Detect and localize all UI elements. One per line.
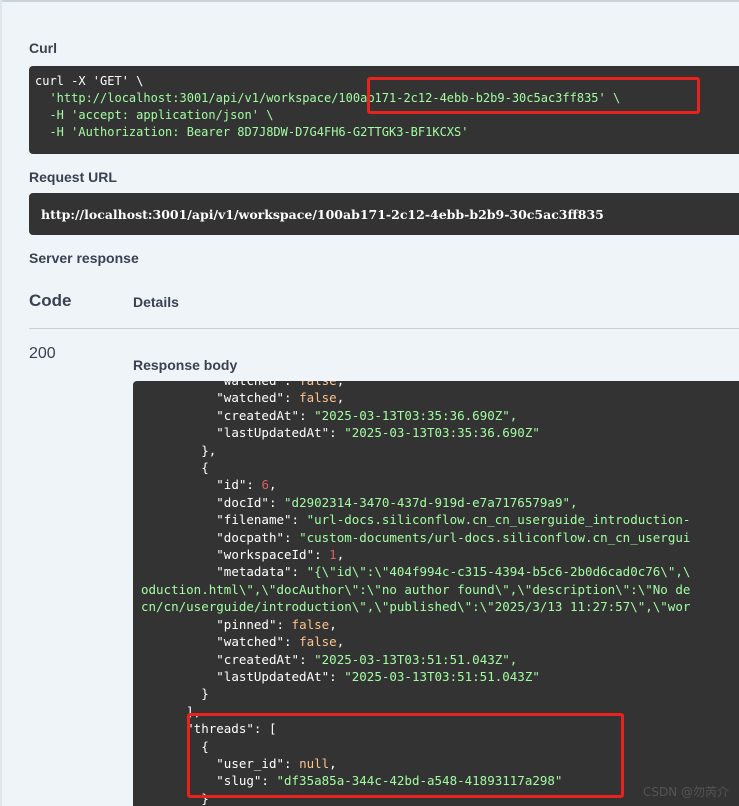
response-line: "lastUpdatedAt": "2025-03-13T03:35:36.69… bbox=[216, 425, 540, 441]
response-line: "id": 6, bbox=[216, 477, 277, 493]
top-border bbox=[0, 0, 739, 2]
response-line: "docpath": "custom-documents/url-docs.si… bbox=[216, 529, 691, 545]
response-line: "createdAt": "2025-03-13T03:51:51.043Z", bbox=[216, 651, 518, 667]
left-border bbox=[0, 0, 2, 806]
response-line: { bbox=[141, 460, 209, 476]
curl-line: -H 'Authorization: Bearer 8D7J8DW-D7G4FH… bbox=[35, 125, 469, 139]
response-line: "lastUpdatedAt": "2025-03-13T03:51:51.04… bbox=[216, 668, 540, 684]
curl-label: Curl bbox=[29, 40, 57, 56]
request-url-value: http://localhost:3001/api/v1/workspace/1… bbox=[41, 207, 604, 222]
workspace-id-highlight bbox=[367, 77, 700, 114]
watermark: CSDN @勿芮介 bbox=[642, 785, 729, 799]
response-line: }, bbox=[141, 442, 217, 458]
response-body-label: Response body bbox=[133, 357, 238, 373]
request-url-block[interactable]: http://localhost:3001/api/v1/workspace/1… bbox=[29, 193, 739, 235]
response-line: cn/cn/userguide/introduction\",\"publish… bbox=[141, 599, 691, 615]
details-column-header: Details bbox=[133, 294, 179, 310]
response-line: "watched": false, bbox=[216, 390, 345, 406]
response-line: "workspaceId": 1, bbox=[216, 547, 345, 563]
threads-highlight bbox=[187, 713, 624, 798]
server-response-label: Server response bbox=[29, 250, 139, 266]
code-column-header: Code bbox=[29, 291, 72, 310]
response-line: "docId": "d2902314-3470-437d-919d-e7a717… bbox=[216, 494, 578, 510]
request-url-label: Request URL bbox=[29, 169, 117, 185]
status-code: 200 bbox=[29, 345, 56, 362]
response-line: "metadata": "{\"id\":\"404f994c-c315-439… bbox=[216, 564, 691, 580]
table-divider bbox=[29, 328, 739, 329]
response-line: "filename": "url-docs.siliconflow.cn_cn_… bbox=[216, 512, 691, 528]
response-line: "watched": false, bbox=[141, 381, 690, 389]
response-line: oduction.html\",\"docAuthor\":\"no autho… bbox=[141, 581, 691, 597]
response-line: "pinned": false, bbox=[216, 616, 337, 632]
response-line: "createdAt": "2025-03-13T03:35:36.690Z", bbox=[216, 407, 518, 423]
response-line: "watched": false, bbox=[216, 634, 345, 650]
response-line: } bbox=[141, 686, 209, 702]
